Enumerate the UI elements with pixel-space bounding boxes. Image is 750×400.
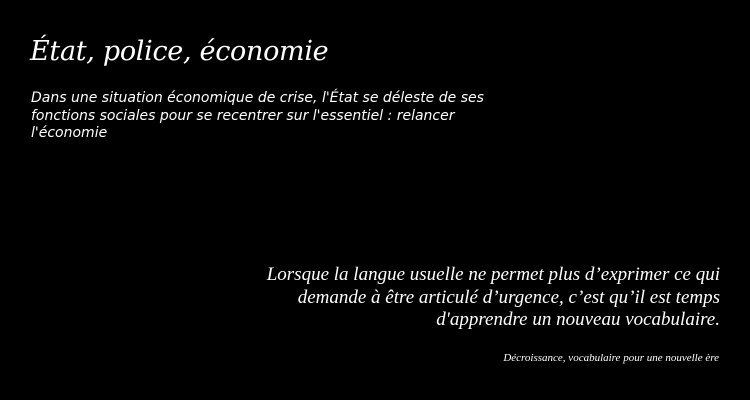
quote-source: Décroissance, vocabulaire pour une nouve… [503,352,719,364]
quote-line: d'apprendre un nouveau vocabulaire. [436,309,720,330]
page-title: État, police, économie [30,36,329,67]
quote: Lorsque la langue usuelle ne permet plus… [180,264,720,332]
quote-line: demande à être articulé d’urgence, c’est… [297,286,720,308]
page-subtitle: Dans une situation économique de crise, … [31,90,484,141]
quote-line: Lorsque la langue usuelle ne permet plus… [266,264,720,285]
page: État, police, économie Dans une situatio… [0,0,750,400]
